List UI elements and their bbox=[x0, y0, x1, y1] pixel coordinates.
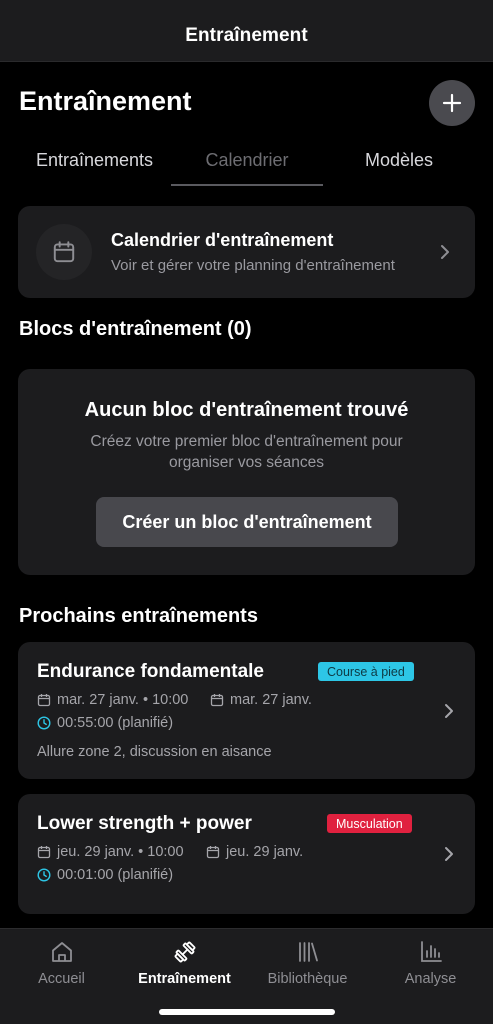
tab-modeles[interactable]: Modèles bbox=[323, 140, 475, 180]
tab-selected-indicator bbox=[171, 184, 323, 186]
sport-badge: Musculation bbox=[327, 814, 412, 833]
workout-duration-text: 00:55:00 (planifié) bbox=[57, 715, 174, 731]
nav-entrainement[interactable]: Entraînement bbox=[123, 939, 246, 999]
top-bar: Entraînement bbox=[0, 0, 493, 62]
blocks-section-title: Blocs d'entraînement (0) bbox=[19, 318, 252, 340]
nav-accueil[interactable]: Accueil bbox=[0, 939, 123, 999]
workout-end: jeu. 29 janv. bbox=[206, 844, 303, 860]
calendar-icon bbox=[37, 846, 51, 859]
workout-start: mar. 27 janv. • 10:00 bbox=[37, 692, 188, 708]
workout-start-text: jeu. 29 janv. • 10:00 bbox=[57, 844, 184, 860]
workout-end-text: mar. 27 janv. bbox=[230, 692, 312, 708]
workout-card[interactable]: Lower strength + power Musculation jeu. … bbox=[18, 794, 475, 914]
calendar-icon bbox=[206, 846, 220, 859]
workout-start: jeu. 29 janv. • 10:00 bbox=[37, 844, 184, 860]
tab-calendrier[interactable]: Calendrier bbox=[171, 140, 323, 180]
workout-duration-text: 00:01:00 (planifié) bbox=[57, 867, 174, 883]
empty-blocks-title: Aucun bloc d'entraînement trouvé bbox=[84, 399, 409, 421]
create-block-button[interactable]: Créer un bloc d'entraînement bbox=[96, 497, 398, 547]
nav-label: Analyse bbox=[404, 971, 457, 987]
nav-label: Bibliothèque bbox=[267, 971, 348, 987]
workout-end-text: jeu. 29 janv. bbox=[226, 844, 304, 860]
calendar-icon bbox=[53, 241, 75, 263]
nav-label: Entraînement bbox=[138, 971, 231, 987]
clock-icon bbox=[37, 868, 51, 882]
calendar-icon bbox=[37, 694, 51, 707]
workout-duration: 00:55:00 (planifié) bbox=[37, 715, 173, 731]
library-icon bbox=[298, 942, 318, 962]
dumbbell-icon bbox=[174, 941, 195, 963]
bar-chart-icon bbox=[420, 941, 442, 962]
nav-bibliotheque[interactable]: Bibliothèque bbox=[246, 939, 369, 999]
empty-blocks-description: Créez votre premier bloc d'entraînement … bbox=[90, 433, 403, 471]
chevron-right-icon bbox=[442, 845, 456, 863]
workout-start-text: mar. 27 janv. • 10:00 bbox=[57, 692, 189, 708]
calendar-icon-circle bbox=[36, 224, 92, 280]
tab-entrainements[interactable]: Entraînements bbox=[18, 140, 171, 180]
nav-label: Accueil bbox=[38, 971, 85, 987]
training-calendar-card[interactable]: Calendrier d'entraînement Voir et gérer … bbox=[18, 206, 475, 298]
workout-title: Lower strength + power bbox=[37, 813, 252, 834]
top-bar-title: Entraînement bbox=[185, 24, 308, 46]
clock-icon bbox=[37, 716, 51, 730]
calendar-card-subtitle: Voir et gérer votre planning d'entraînem… bbox=[111, 257, 395, 274]
page-title: Entraînement bbox=[19, 86, 192, 116]
workout-card[interactable]: Endurance fondamentale Course à pied mar… bbox=[18, 642, 475, 779]
sport-badge: Course à pied bbox=[318, 662, 414, 681]
home-indicator bbox=[159, 1009, 335, 1015]
workout-title: Endurance fondamentale bbox=[37, 661, 264, 682]
nav-analyse[interactable]: Analyse bbox=[369, 939, 492, 999]
add-button[interactable] bbox=[429, 80, 475, 126]
workout-end: mar. 27 janv. bbox=[210, 692, 312, 708]
plus-icon bbox=[442, 93, 462, 113]
calendar-card-title: Calendrier d'entraînement bbox=[111, 230, 334, 250]
workout-duration: 00:01:00 (planifié) bbox=[37, 867, 173, 883]
home-icon bbox=[51, 942, 72, 962]
empty-blocks-card: Aucun bloc d'entraînement trouvé Créez v… bbox=[18, 369, 475, 575]
tab-bar: Entraînements Calendrier Modèles bbox=[18, 140, 475, 188]
chevron-right-icon bbox=[438, 243, 452, 261]
calendar-icon bbox=[210, 694, 224, 707]
workout-description: Allure zone 2, discussion en aisance bbox=[37, 744, 272, 760]
upcoming-section-title: Prochains entraînements bbox=[19, 605, 258, 627]
chevron-right-icon bbox=[442, 702, 456, 720]
